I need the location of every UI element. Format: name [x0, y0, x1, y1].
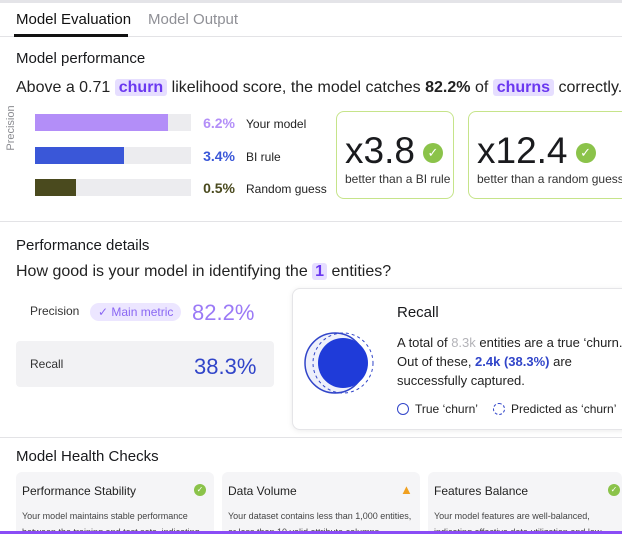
precision-highlight: 82.2% [425, 79, 471, 96]
bar-bi-rule [35, 147, 191, 164]
recall-value: 38.3% [194, 354, 257, 379]
desc-text-1: A total of [397, 335, 452, 350]
recall-description: A total of 8.3k entities are a true ‘chu… [397, 333, 622, 390]
warning-icon: ▲ [400, 482, 413, 497]
kpi-number: x12.4 [477, 130, 568, 171]
bar-your-model [35, 114, 191, 131]
bar-pct-bi-rule: 3.4% [203, 148, 235, 164]
bar-fill [35, 147, 124, 164]
health-card-data-volume[interactable]: Data Volume ▲ Your dataset contains less… [222, 472, 420, 534]
dashed-circle-icon [493, 403, 505, 415]
details-title: Performance details [16, 237, 150, 254]
tab-model-evaluation[interactable]: Model Evaluation [16, 11, 131, 28]
bar-fill [35, 179, 76, 196]
tab-model-output[interactable]: Model Output [148, 11, 238, 28]
health-card-features-balance[interactable]: Features Balance ✓ Your model features a… [428, 472, 622, 534]
solid-circle-icon [397, 403, 409, 415]
kpi-caption: better than a BI rule [345, 172, 451, 186]
recall-venn-diagram [304, 332, 374, 394]
precision-value: 82.2% [192, 300, 255, 325]
captured-overlap [318, 338, 368, 388]
kpi-number: x3.8 [345, 130, 415, 171]
check-circle-icon: ✓ [608, 484, 620, 496]
health-card-title: Performance Stability [22, 484, 137, 498]
bar-fill [35, 114, 168, 131]
recall-card-title: Recall [397, 304, 439, 321]
recall-card: Recall A total of 8.3k entities are a tr… [292, 288, 622, 430]
health-card-performance-stability[interactable]: Performance Stability ✓ Your model maint… [16, 472, 214, 534]
section-divider [0, 221, 622, 222]
legend-label: True ‘churn’ [415, 402, 478, 416]
churn-chip: churn [114, 79, 168, 96]
bar-label-your-model: Your model [246, 117, 307, 131]
health-card-title: Features Balance [434, 484, 529, 498]
tab-bar: Model Evaluation Model Output [0, 3, 622, 37]
churns-chip: churns [492, 79, 555, 96]
entities-count-chip: 1 [312, 263, 328, 280]
total-entities: 8.3k [451, 335, 476, 350]
bar-label-bi-rule: BI rule [246, 150, 281, 164]
main-metric-badge: ✓ Main metric [90, 303, 182, 321]
performance-title: Model performance [16, 50, 146, 67]
bar-random-guess [35, 179, 191, 196]
question-text-2: entities? [327, 263, 392, 280]
health-checks-title: Model Health Checks [16, 448, 159, 465]
bars-axis-label: Precision [5, 105, 17, 151]
sentence-text-2: likelihood score, the model catches [167, 79, 426, 96]
bar-pct-random-guess: 0.5% [203, 180, 235, 196]
bar-label-random-guess: Random guess [246, 182, 327, 196]
kpi-card-random-guess: x12.4 ✓ better than a random guess [468, 111, 622, 199]
check-badge-icon: ✓ [575, 143, 596, 163]
sentence-text-3: of [470, 79, 493, 96]
legend-label: Predicted as ‘churn’ [511, 402, 617, 416]
legend-predicted-churn: Predicted as ‘churn’ [493, 402, 616, 416]
sentence-text-4: correctly. [554, 79, 622, 96]
legend-true-churn: True ‘churn’ [397, 402, 478, 416]
active-tab-indicator [14, 34, 128, 37]
health-card-title: Data Volume [228, 484, 297, 498]
captured-entities: 2.4k (38.3%) [475, 354, 550, 369]
precision-label: Precision [30, 304, 80, 318]
details-question: How good is your model in identifying th… [16, 263, 391, 281]
bar-pct-your-model: 6.2% [203, 115, 235, 131]
check-circle-icon: ✓ [194, 484, 206, 496]
section-divider [0, 437, 622, 438]
kpi-card-bi-rule: x3.8 ✓ better than a BI rule [336, 111, 454, 199]
kpi-caption: better than a random guess [477, 172, 622, 186]
kpi-value: x12.4 ✓ [477, 130, 596, 172]
sentence-text-1: Above a 0.71 [16, 79, 115, 96]
question-text-1: How good is your model in identifying th… [16, 263, 313, 280]
performance-sentence: Above a 0.71 churn likelihood score, the… [16, 79, 622, 97]
recall-label: Recall [30, 357, 64, 371]
check-badge-icon: ✓ [422, 143, 443, 163]
kpi-value: x3.8 ✓ [345, 130, 443, 172]
